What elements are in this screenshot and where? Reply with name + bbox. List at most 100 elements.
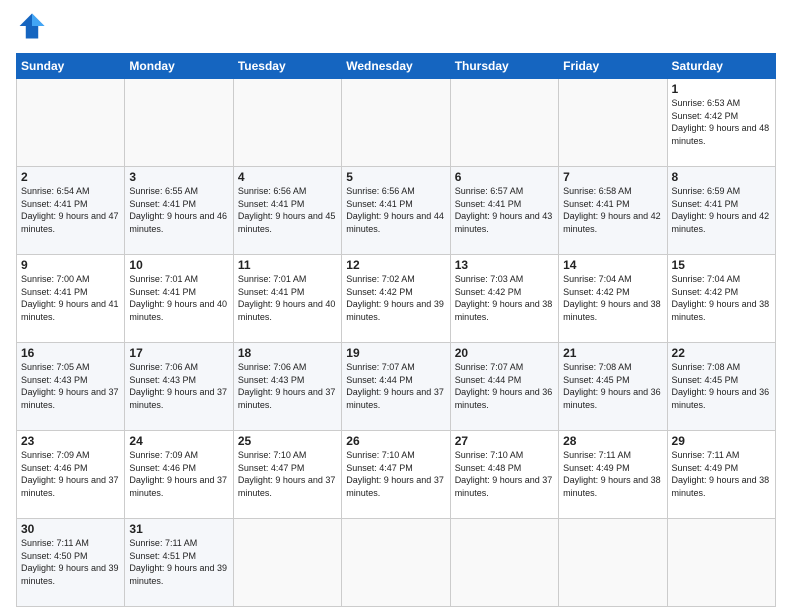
calendar-cell: 6Sunrise: 6:57 AMSunset: 4:41 PMDaylight… [450, 167, 558, 255]
day-info: Sunrise: 7:09 AMSunset: 4:46 PMDaylight:… [21, 449, 120, 499]
day-number: 12 [346, 258, 445, 272]
day-info: Sunrise: 6:56 AMSunset: 4:41 PMDaylight:… [346, 185, 445, 235]
calendar-cell: 8Sunrise: 6:59 AMSunset: 4:41 PMDaylight… [667, 167, 775, 255]
calendar-cell: 24Sunrise: 7:09 AMSunset: 4:46 PMDayligh… [125, 431, 233, 519]
calendar-week-row: 2Sunrise: 6:54 AMSunset: 4:41 PMDaylight… [17, 167, 776, 255]
day-info: Sunrise: 7:09 AMSunset: 4:46 PMDaylight:… [129, 449, 228, 499]
calendar-cell [559, 519, 667, 607]
calendar-table: SundayMondayTuesdayWednesdayThursdayFrid… [16, 53, 776, 607]
day-info: Sunrise: 7:11 AMSunset: 4:49 PMDaylight:… [672, 449, 771, 499]
day-number: 15 [672, 258, 771, 272]
day-info: Sunrise: 7:08 AMSunset: 4:45 PMDaylight:… [563, 361, 662, 411]
day-info: Sunrise: 7:11 AMSunset: 4:51 PMDaylight:… [129, 537, 228, 587]
calendar-header-row: SundayMondayTuesdayWednesdayThursdayFrid… [17, 54, 776, 79]
day-info: Sunrise: 7:07 AMSunset: 4:44 PMDaylight:… [455, 361, 554, 411]
day-info: Sunrise: 6:54 AMSunset: 4:41 PMDaylight:… [21, 185, 120, 235]
calendar-cell: 14Sunrise: 7:04 AMSunset: 4:42 PMDayligh… [559, 255, 667, 343]
calendar-cell: 11Sunrise: 7:01 AMSunset: 4:41 PMDayligh… [233, 255, 341, 343]
calendar-cell: 18Sunrise: 7:06 AMSunset: 4:43 PMDayligh… [233, 343, 341, 431]
day-of-week-header: Wednesday [342, 54, 450, 79]
calendar-cell: 25Sunrise: 7:10 AMSunset: 4:47 PMDayligh… [233, 431, 341, 519]
day-number: 7 [563, 170, 662, 184]
day-info: Sunrise: 6:55 AMSunset: 4:41 PMDaylight:… [129, 185, 228, 235]
day-number: 19 [346, 346, 445, 360]
calendar-container: SundayMondayTuesdayWednesdayThursdayFrid… [0, 0, 792, 612]
day-info: Sunrise: 7:02 AMSunset: 4:42 PMDaylight:… [346, 273, 445, 323]
calendar-cell [450, 519, 558, 607]
calendar-cell: 22Sunrise: 7:08 AMSunset: 4:45 PMDayligh… [667, 343, 775, 431]
day-info: Sunrise: 7:06 AMSunset: 4:43 PMDaylight:… [129, 361, 228, 411]
day-info: Sunrise: 6:59 AMSunset: 4:41 PMDaylight:… [672, 185, 771, 235]
calendar-cell: 4Sunrise: 6:56 AMSunset: 4:41 PMDaylight… [233, 167, 341, 255]
day-info: Sunrise: 7:11 AMSunset: 4:49 PMDaylight:… [563, 449, 662, 499]
day-info: Sunrise: 6:53 AMSunset: 4:42 PMDaylight:… [672, 97, 771, 147]
calendar-week-row: 16Sunrise: 7:05 AMSunset: 4:43 PMDayligh… [17, 343, 776, 431]
calendar-cell [667, 519, 775, 607]
calendar-cell: 29Sunrise: 7:11 AMSunset: 4:49 PMDayligh… [667, 431, 775, 519]
day-number: 2 [21, 170, 120, 184]
day-of-week-header: Monday [125, 54, 233, 79]
day-number: 22 [672, 346, 771, 360]
day-info: Sunrise: 6:57 AMSunset: 4:41 PMDaylight:… [455, 185, 554, 235]
calendar-week-row: 30Sunrise: 7:11 AMSunset: 4:50 PMDayligh… [17, 519, 776, 607]
calendar-cell: 26Sunrise: 7:10 AMSunset: 4:47 PMDayligh… [342, 431, 450, 519]
day-number: 13 [455, 258, 554, 272]
day-number: 24 [129, 434, 228, 448]
day-info: Sunrise: 7:11 AMSunset: 4:50 PMDaylight:… [21, 537, 120, 587]
day-info: Sunrise: 7:10 AMSunset: 4:47 PMDaylight:… [238, 449, 337, 499]
calendar-cell: 28Sunrise: 7:11 AMSunset: 4:49 PMDayligh… [559, 431, 667, 519]
day-info: Sunrise: 7:00 AMSunset: 4:41 PMDaylight:… [21, 273, 120, 323]
day-number: 17 [129, 346, 228, 360]
day-number: 20 [455, 346, 554, 360]
day-number: 10 [129, 258, 228, 272]
calendar-cell: 10Sunrise: 7:01 AMSunset: 4:41 PMDayligh… [125, 255, 233, 343]
calendar-cell [450, 79, 558, 167]
calendar-week-row: 9Sunrise: 7:00 AMSunset: 4:41 PMDaylight… [17, 255, 776, 343]
day-info: Sunrise: 7:06 AMSunset: 4:43 PMDaylight:… [238, 361, 337, 411]
day-of-week-header: Saturday [667, 54, 775, 79]
calendar-cell [233, 519, 341, 607]
calendar-cell: 9Sunrise: 7:00 AMSunset: 4:41 PMDaylight… [17, 255, 125, 343]
day-number: 16 [21, 346, 120, 360]
day-number: 18 [238, 346, 337, 360]
calendar-cell: 30Sunrise: 7:11 AMSunset: 4:50 PMDayligh… [17, 519, 125, 607]
day-number: 27 [455, 434, 554, 448]
day-number: 3 [129, 170, 228, 184]
header [16, 12, 776, 45]
day-info: Sunrise: 7:05 AMSunset: 4:43 PMDaylight:… [21, 361, 120, 411]
day-number: 8 [672, 170, 771, 184]
day-number: 29 [672, 434, 771, 448]
calendar-cell [17, 79, 125, 167]
calendar-cell: 31Sunrise: 7:11 AMSunset: 4:51 PMDayligh… [125, 519, 233, 607]
calendar-cell [559, 79, 667, 167]
calendar-cell: 20Sunrise: 7:07 AMSunset: 4:44 PMDayligh… [450, 343, 558, 431]
calendar-cell: 5Sunrise: 6:56 AMSunset: 4:41 PMDaylight… [342, 167, 450, 255]
day-info: Sunrise: 6:58 AMSunset: 4:41 PMDaylight:… [563, 185, 662, 235]
day-info: Sunrise: 7:01 AMSunset: 4:41 PMDaylight:… [129, 273, 228, 323]
day-of-week-header: Thursday [450, 54, 558, 79]
calendar-cell: 7Sunrise: 6:58 AMSunset: 4:41 PMDaylight… [559, 167, 667, 255]
calendar-cell: 23Sunrise: 7:09 AMSunset: 4:46 PMDayligh… [17, 431, 125, 519]
day-number: 5 [346, 170, 445, 184]
calendar-cell: 13Sunrise: 7:03 AMSunset: 4:42 PMDayligh… [450, 255, 558, 343]
day-number: 1 [672, 82, 771, 96]
calendar-cell: 15Sunrise: 7:04 AMSunset: 4:42 PMDayligh… [667, 255, 775, 343]
day-of-week-header: Friday [559, 54, 667, 79]
day-number: 14 [563, 258, 662, 272]
calendar-cell: 3Sunrise: 6:55 AMSunset: 4:41 PMDaylight… [125, 167, 233, 255]
calendar-cell [342, 79, 450, 167]
day-number: 28 [563, 434, 662, 448]
day-of-week-header: Sunday [17, 54, 125, 79]
calendar-cell [342, 519, 450, 607]
calendar-week-row: 1Sunrise: 6:53 AMSunset: 4:42 PMDaylight… [17, 79, 776, 167]
day-info: Sunrise: 7:04 AMSunset: 4:42 PMDaylight:… [563, 273, 662, 323]
day-info: Sunrise: 7:07 AMSunset: 4:44 PMDaylight:… [346, 361, 445, 411]
calendar-cell: 27Sunrise: 7:10 AMSunset: 4:48 PMDayligh… [450, 431, 558, 519]
logo [16, 12, 50, 45]
day-info: Sunrise: 7:04 AMSunset: 4:42 PMDaylight:… [672, 273, 771, 323]
day-number: 31 [129, 522, 228, 536]
day-number: 9 [21, 258, 120, 272]
calendar-cell [233, 79, 341, 167]
day-number: 21 [563, 346, 662, 360]
calendar-cell: 17Sunrise: 7:06 AMSunset: 4:43 PMDayligh… [125, 343, 233, 431]
